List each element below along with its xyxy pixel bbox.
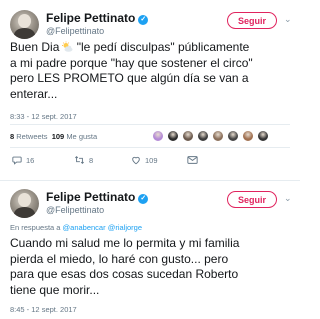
tweet-text-line-4: tiene que morir... bbox=[10, 282, 100, 297]
tweet-text: Cuando mi salud me lo permita y mi famil… bbox=[10, 236, 295, 298]
liker-avatar[interactable] bbox=[227, 130, 239, 142]
like-count: 109 bbox=[145, 156, 158, 165]
tweet-text-line-3: pero LES PROMETO que algún día se van a bbox=[10, 71, 249, 85]
tweet-stats: 8 Retweets 109 Me gusta bbox=[10, 132, 97, 141]
tweet-text-quote: "le pedí disculpas" públicamente bbox=[76, 40, 250, 54]
chevron-down-icon[interactable]: ⌄ bbox=[284, 14, 292, 25]
liker-avatar[interactable] bbox=[242, 130, 254, 142]
tweet-text-line-1: Buen Dia "le pedí disculpas" públicament… bbox=[10, 40, 295, 56]
reply-mention-2[interactable]: @rialjorge bbox=[108, 223, 142, 232]
author-handle[interactable]: @Felipettinato bbox=[46, 205, 104, 215]
follow-button[interactable]: Seguir bbox=[227, 12, 277, 29]
tweet-text-line-4: enterar... bbox=[10, 86, 58, 101]
liker-avatar[interactable] bbox=[152, 130, 164, 142]
likes-label[interactable]: Me gusta bbox=[66, 132, 97, 141]
verified-badge-icon: ✓ bbox=[138, 15, 149, 25]
reply-button[interactable]: 16 bbox=[12, 155, 34, 165]
retweet-button[interactable]: 8 bbox=[74, 155, 93, 165]
likes-count[interactable]: 109 bbox=[52, 132, 65, 141]
tweet-text-line-2: pierda el miedo, lo haré con gusto... pe… bbox=[10, 251, 229, 266]
tweet-1: Felipe Pettinato ✓ @Felipettinato Seguir … bbox=[0, 0, 300, 174]
sun-behind-cloud-icon bbox=[62, 41, 73, 52]
tweet-separator bbox=[0, 180, 300, 181]
heart-icon bbox=[132, 156, 140, 165]
liker-avatar[interactable] bbox=[257, 130, 269, 142]
chevron-down-icon[interactable]: ⌄ bbox=[284, 193, 292, 204]
author-name[interactable]: Felipe Pettinato ✓ bbox=[46, 190, 149, 204]
liker-avatar[interactable] bbox=[167, 130, 179, 142]
tweet-actions: 16 8 109 bbox=[10, 155, 295, 167]
verified-badge-icon: ✓ bbox=[138, 194, 149, 204]
tweet-text-line-1: Cuando mi salud me lo permita y mi famil… bbox=[10, 236, 240, 250]
retweet-icon bbox=[75, 156, 84, 164]
reply-context: En respuesta a @anabencar @rialjorge bbox=[10, 223, 142, 232]
author-handle[interactable]: @Felipettinato bbox=[46, 26, 104, 36]
timestamp[interactable]: 8:33 - 12 sept. 2017 bbox=[10, 112, 77, 121]
liker-avatar[interactable] bbox=[182, 130, 194, 142]
retweets-count[interactable]: 8 bbox=[10, 132, 14, 141]
tweet-text: Buen Dia "le pedí disculpas" públicament… bbox=[10, 40, 295, 102]
timestamp[interactable]: 8:45 - 12 sept. 2017 bbox=[10, 305, 77, 314]
tweet-text-greeting: Buen Dia bbox=[10, 40, 60, 54]
avatar[interactable] bbox=[10, 189, 39, 218]
divider bbox=[10, 124, 290, 125]
reply-mention-1[interactable]: @anabencar bbox=[63, 223, 106, 232]
retweet-count: 8 bbox=[89, 156, 94, 165]
reply-count: 16 bbox=[26, 156, 35, 165]
avatar[interactable] bbox=[10, 10, 39, 39]
follow-button[interactable]: Seguir bbox=[227, 191, 277, 208]
reply-prefix: En respuesta a bbox=[10, 223, 61, 232]
divider bbox=[10, 147, 290, 148]
retweets-label[interactable]: Retweets bbox=[16, 132, 47, 141]
author-name-text[interactable]: Felipe Pettinato bbox=[46, 11, 135, 25]
reply-icon bbox=[12, 156, 22, 165]
liker-avatar[interactable] bbox=[212, 130, 224, 142]
message-button[interactable] bbox=[187, 155, 202, 165]
tweet-text-line-3: para que esas dos cosas sucedan Roberto bbox=[10, 267, 239, 281]
liker-avatar[interactable] bbox=[197, 130, 209, 142]
mail-icon bbox=[187, 156, 198, 164]
like-button[interactable]: 109 bbox=[131, 155, 158, 165]
author-name-text[interactable]: Felipe Pettinato bbox=[46, 190, 135, 204]
author-name[interactable]: Felipe Pettinato ✓ bbox=[46, 11, 149, 25]
tweet-text-line-2: a mi padre porque "hay que sostener el c… bbox=[10, 55, 253, 70]
